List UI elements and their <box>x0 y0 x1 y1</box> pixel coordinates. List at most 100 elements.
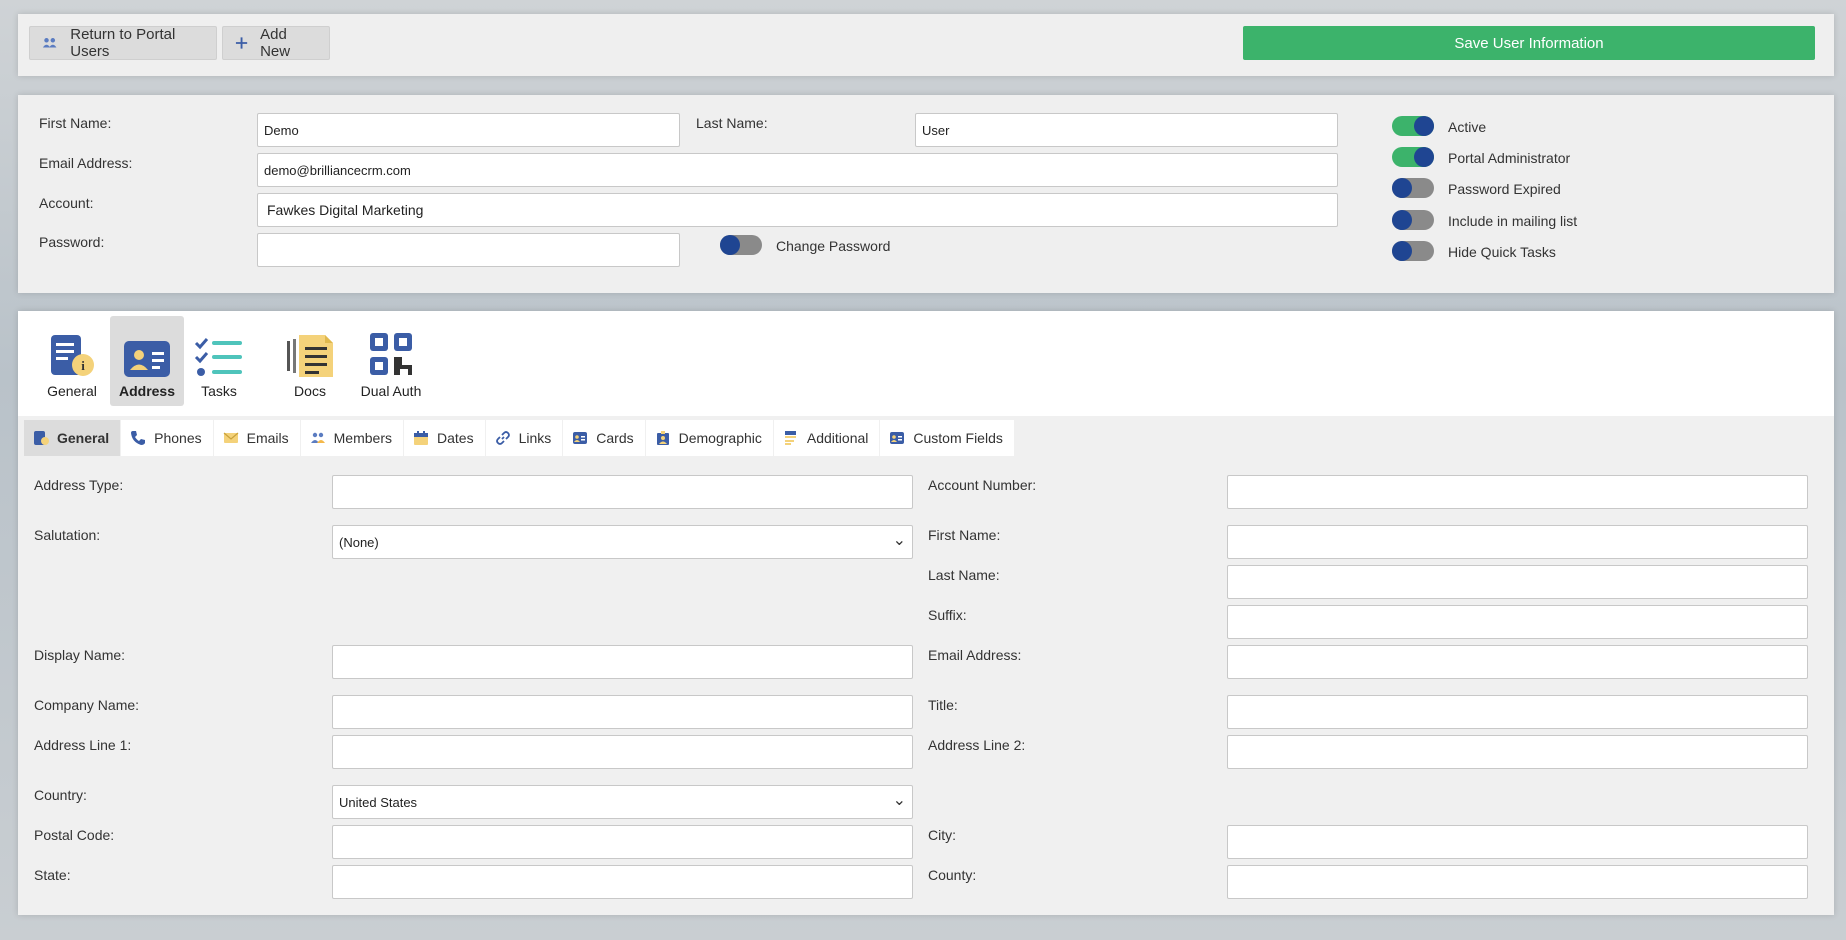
docs-icon <box>287 335 333 377</box>
active-toggle[interactable] <box>1392 116 1434 136</box>
sub-tab-general[interactable]: General <box>24 420 122 456</box>
toggle-knob <box>1414 147 1434 167</box>
first-name-input[interactable]: Demo <box>257 113 680 147</box>
detail-panel: i General Address Tasks Docs Dual Auth G… <box>18 311 1834 915</box>
sub-tab-dates[interactable]: Dates <box>404 420 486 456</box>
icon-tab-label: Tasks <box>201 383 237 399</box>
county-input[interactable] <box>1227 865 1808 899</box>
icon-tab-docs[interactable]: Docs <box>282 316 338 406</box>
title-input[interactable] <box>1227 695 1808 729</box>
sub-tab-demographic[interactable]: Demographic <box>645 420 774 456</box>
portal-administrator-toggle[interactable] <box>1392 147 1434 167</box>
sub-tab-label: Emails <box>246 430 289 446</box>
account-input[interactable]: Fawkes Digital Marketing <box>257 193 1338 227</box>
city-label: City: <box>928 827 956 843</box>
calendar-icon <box>414 431 428 445</box>
password-input[interactable] <box>257 233 680 267</box>
change-password-label: Change Password <box>776 238 891 254</box>
sub-tab-label: Members <box>333 430 392 446</box>
sub-tab-label: Cards <box>596 430 634 446</box>
address-last-name-input[interactable] <box>1227 565 1808 599</box>
save-user-information-button[interactable]: Save User Information <box>1243 26 1815 60</box>
state-label: State: <box>34 867 71 883</box>
sub-tab-emails[interactable]: Emails <box>213 420 301 456</box>
salutation-value: (None) <box>339 534 379 550</box>
toggle-knob <box>1392 178 1412 198</box>
company-name-input[interactable] <box>332 695 913 729</box>
sub-tab-cards[interactable]: Cards <box>563 420 646 456</box>
sub-tab-links[interactable]: Links <box>485 420 564 456</box>
return-to-portal-users-button[interactable]: Return to Portal Users <box>29 26 217 60</box>
address-line-2-label: Address Line 2: <box>928 737 1026 753</box>
members-icon <box>310 432 325 443</box>
general-info-icon: i <box>51 335 94 376</box>
envelope-icon <box>223 432 239 443</box>
country-label: Country: <box>34 787 87 803</box>
suffix-input[interactable] <box>1227 605 1808 639</box>
custom-fields-icon <box>890 432 905 444</box>
account-number-input[interactable] <box>1227 475 1808 509</box>
toggle-knob <box>1414 116 1434 136</box>
change-password-toggle[interactable] <box>720 235 762 255</box>
sub-tab-label: Custom Fields <box>913 430 1003 446</box>
mailing-list-label: Include in mailing list <box>1448 213 1578 229</box>
country-value: United States <box>339 794 418 810</box>
active-label: Active <box>1448 119 1487 135</box>
display-name-input[interactable] <box>332 645 913 679</box>
sub-tab-custom-fields[interactable]: Custom Fields <box>880 420 1015 456</box>
demographic-icon <box>656 431 669 445</box>
address-line-2-input[interactable] <box>1227 735 1808 769</box>
last-name-label: Last Name: <box>696 115 768 131</box>
sub-tab-label: General <box>57 430 110 446</box>
last-name-input[interactable]: User <box>915 113 1338 147</box>
address-email-input[interactable] <box>1227 645 1808 679</box>
icon-tab-general[interactable]: i General <box>44 316 100 406</box>
sub-tab-additional[interactable]: Additional <box>773 420 881 456</box>
icon-tab-label: Address <box>118 383 176 399</box>
address-card-icon <box>124 341 170 377</box>
country-select[interactable]: United States <box>332 785 913 819</box>
mailing-list-toggle[interactable] <box>1392 210 1434 230</box>
address-type-input[interactable] <box>332 475 913 509</box>
toggle-knob <box>720 235 740 255</box>
sub-tab-bar: General Phones Emails Members Dates Link… <box>24 420 1015 456</box>
icon-tab-label: Dual Auth <box>360 383 422 399</box>
city-input[interactable] <box>1227 825 1808 859</box>
address-first-name-input[interactable] <box>1227 525 1808 559</box>
salutation-select[interactable]: (None) <box>332 525 913 559</box>
address-line-1-label: Address Line 1: <box>34 737 132 753</box>
icon-tab-address[interactable]: Address <box>110 316 184 406</box>
sub-tab-label: Phones <box>154 430 202 446</box>
email-label: Email Address: <box>39 155 133 171</box>
toggle-knob <box>1392 210 1412 230</box>
svg-text:i: i <box>81 358 85 373</box>
toggle-knob <box>1392 241 1412 261</box>
sub-tab-label: Dates <box>437 430 474 446</box>
tasks-checklist-icon <box>194 338 242 376</box>
phone-icon <box>131 431 146 445</box>
address-first-name-label: First Name: <box>928 527 1001 543</box>
password-expired-label: Password Expired <box>1448 181 1561 197</box>
sub-tab-members[interactable]: Members <box>300 420 404 456</box>
return-label: Return to Portal Users <box>70 26 176 60</box>
sub-tab-label: Demographic <box>678 430 762 446</box>
icon-tab-tasks[interactable]: Tasks <box>192 316 246 406</box>
company-name-label: Company Name: <box>34 697 140 713</box>
icon-tab-label: General <box>47 383 97 399</box>
add-new-button[interactable]: Add New <box>222 26 330 60</box>
email-input[interactable]: demo@brilliancecrm.com <box>257 153 1338 187</box>
sub-tab-label: Links <box>518 430 552 446</box>
postal-code-input[interactable] <box>332 825 913 859</box>
password-expired-toggle[interactable] <box>1392 178 1434 198</box>
address-email-label: Email Address: <box>928 647 1022 663</box>
icon-tab-dual-auth[interactable]: Dual Auth <box>358 316 424 406</box>
first-name-label: First Name: <box>39 115 112 131</box>
link-icon <box>495 431 510 445</box>
sub-tab-phones[interactable]: Phones <box>121 420 214 456</box>
address-line-1-input[interactable] <box>332 735 913 769</box>
hide-quick-tasks-toggle[interactable] <box>1392 241 1434 261</box>
state-input[interactable] <box>332 865 913 899</box>
suffix-label: Suffix: <box>928 607 967 623</box>
icon-tab-label: Docs <box>294 383 326 399</box>
salutation-label: Salutation: <box>34 527 101 543</box>
